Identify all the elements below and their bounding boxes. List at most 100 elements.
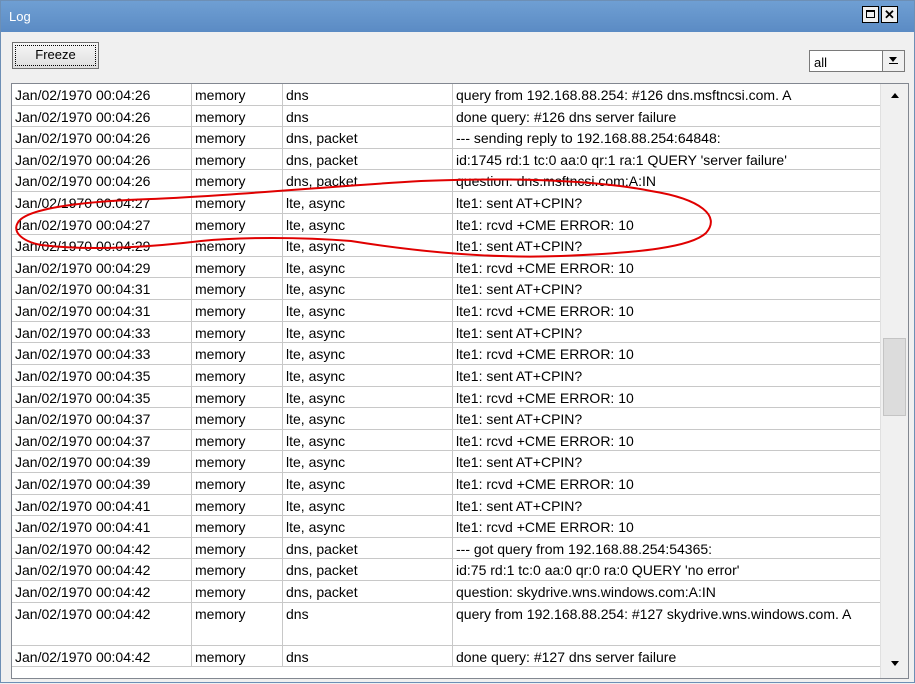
log-row[interactable]: Jan/02/1970 00:04:27 memory lte, async lte1… [12, 192, 880, 214]
log-message-cell: query from 192.168.88.254: #127 skydrive… [456, 605, 852, 622]
log-topics-cell: lte, async [283, 256, 453, 278]
log-row[interactable]: Jan/02/1970 00:04:26 memory dns query from … [12, 84, 880, 106]
filter-value: all [814, 55, 828, 70]
log-row[interactable]: Jan/02/1970 00:04:42 memory dns done query:… [12, 645, 880, 668]
log-topics-cell: lte, async [283, 516, 453, 537]
log-topics-cell: dns, packet [283, 559, 453, 581]
log-buffer-cell: memory [192, 300, 283, 321]
log-topics-cell: lte, async [283, 451, 453, 472]
log-message-cell: lte1: sent AT+CPIN? [456, 324, 583, 341]
log-row[interactable]: Jan/02/1970 00:04:39 memory lte, async lte1… [12, 472, 880, 495]
log-buffer-cell: memory [192, 343, 283, 364]
log-buffer-cell: memory [192, 494, 283, 516]
log-row[interactable]: Jan/02/1970 00:04:29 memory lte, async lte1… [12, 235, 880, 257]
log-buffer-cell: memory [192, 645, 283, 667]
log-message-cell: lte1: rcvd +CME ERROR: 10 [456, 346, 634, 363]
log-list[interactable]: Jan/02/1970 00:04:26 memory dns query from … [11, 83, 909, 679]
log-row[interactable]: Jan/02/1970 00:04:26 memory dns, packet que… [12, 170, 880, 193]
log-time-cell: Jan/02/1970 00:04:29 [12, 256, 192, 278]
log-time-cell: Jan/02/1970 00:04:35 [12, 364, 192, 386]
log-topics-cell: dns [283, 105, 453, 127]
title-bar[interactable]: Log ✕ [1, 1, 914, 32]
log-row[interactable]: Jan/02/1970 00:04:31 memory lte, async lte1… [12, 300, 880, 322]
log-topics-cell: lte, async [283, 472, 453, 494]
log-row[interactable]: Jan/02/1970 00:04:35 memory lte, async lte1… [12, 386, 880, 409]
close-icon: ✕ [884, 7, 895, 22]
scrollbar-thumb[interactable] [883, 338, 906, 416]
log-time-cell: Jan/02/1970 00:04:31 [12, 300, 192, 321]
log-buffer-cell: memory [192, 559, 283, 581]
log-row[interactable]: Jan/02/1970 00:04:33 memory lte, async lte1… [12, 343, 880, 365]
log-time-cell: Jan/02/1970 00:04:35 [12, 386, 192, 408]
log-time-cell: Jan/02/1970 00:04:37 [12, 408, 192, 429]
maximize-button[interactable] [862, 6, 879, 23]
log-time-cell: Jan/02/1970 00:04:39 [12, 472, 192, 494]
vertical-scrollbar[interactable] [880, 84, 908, 678]
log-message-cell: lte1: sent AT+CPIN? [456, 454, 583, 471]
log-topics-cell: lte, async [283, 213, 453, 235]
log-row[interactable]: Jan/02/1970 00:04:37 memory lte, async lte1… [12, 408, 880, 430]
log-time-cell: Jan/02/1970 00:04:41 [12, 494, 192, 516]
log-buffer-cell: memory [192, 537, 283, 559]
log-time-cell: Jan/02/1970 00:04:27 [12, 213, 192, 235]
log-topics-cell: lte, async [283, 494, 453, 516]
log-message-cell: lte1: sent AT+CPIN? [456, 497, 583, 514]
log-message-cell: lte1: rcvd +CME ERROR: 10 [456, 432, 634, 449]
log-message-cell: lte1: sent AT+CPIN? [456, 281, 583, 298]
log-time-cell: Jan/02/1970 00:04:33 [12, 321, 192, 343]
close-button[interactable]: ✕ [881, 6, 898, 23]
log-rows: Jan/02/1970 00:04:26 memory dns query from … [12, 84, 880, 668]
log-row[interactable]: Jan/02/1970 00:04:26 memory dns done query:… [12, 105, 880, 128]
topic-filter-select[interactable]: all [809, 50, 905, 72]
log-row[interactable]: Jan/02/1970 00:04:42 memory dns, packet id:… [12, 559, 880, 582]
log-time-cell: Jan/02/1970 00:04:42 [12, 537, 192, 559]
scroll-down-icon[interactable] [885, 655, 905, 672]
log-time-cell: Jan/02/1970 00:04:37 [12, 429, 192, 451]
log-message-cell: done query: #126 dns server failure [456, 108, 677, 125]
log-buffer-cell: memory [192, 364, 283, 386]
log-row[interactable]: Jan/02/1970 00:04:39 memory lte, async lte1… [12, 451, 880, 473]
log-row[interactable]: Jan/02/1970 00:04:27 memory lte, async lte1… [12, 213, 880, 236]
log-row[interactable]: Jan/02/1970 00:04:41 memory lte, async lte1… [12, 516, 880, 538]
log-row[interactable]: Jan/02/1970 00:04:41 memory lte, async lte1… [12, 494, 880, 517]
scroll-up-icon[interactable] [885, 87, 905, 104]
log-time-cell: Jan/02/1970 00:04:26 [12, 105, 192, 127]
log-buffer-cell: memory [192, 84, 283, 105]
log-time-cell: Jan/02/1970 00:04:29 [12, 235, 192, 256]
window-title: Log [9, 9, 31, 24]
log-row[interactable]: Jan/02/1970 00:04:35 memory lte, async lte1… [12, 364, 880, 387]
log-row[interactable]: Jan/02/1970 00:04:26 memory dns, packet ---… [12, 127, 880, 149]
log-message-cell: lte1: rcvd +CME ERROR: 10 [456, 259, 634, 276]
log-row[interactable]: Jan/02/1970 00:04:42 memory dns query from … [12, 602, 880, 646]
log-message-cell: question: skydrive.wns.windows.com:A:IN [456, 584, 716, 601]
log-row[interactable]: Jan/02/1970 00:04:26 memory dns, packet id:… [12, 148, 880, 171]
log-time-cell: Jan/02/1970 00:04:26 [12, 170, 192, 192]
log-topics-cell: lte, async [283, 408, 453, 429]
log-buffer-cell: memory [192, 472, 283, 494]
log-buffer-cell: memory [192, 278, 283, 300]
log-row[interactable]: Jan/02/1970 00:04:42 memory dns, packet ---… [12, 537, 880, 560]
log-buffer-cell: memory [192, 581, 283, 602]
log-row[interactable]: Jan/02/1970 00:04:33 memory lte, async lte1… [12, 321, 880, 344]
log-buffer-cell: memory [192, 386, 283, 408]
log-topics-cell: lte, async [283, 192, 453, 213]
log-buffer-cell: memory [192, 170, 283, 192]
log-message-cell: id:75 rd:1 tc:0 aa:0 qr:0 ra:0 QUERY 'no… [456, 562, 740, 579]
dropdown-arrow-icon[interactable] [882, 51, 904, 71]
log-topics-cell: dns, packet [283, 170, 453, 192]
log-row[interactable]: Jan/02/1970 00:04:37 memory lte, async lte1… [12, 429, 880, 452]
log-row[interactable]: Jan/02/1970 00:04:31 memory lte, async lte1… [12, 278, 880, 301]
log-row[interactable]: Jan/02/1970 00:04:29 memory lte, async lte1… [12, 256, 880, 279]
log-buffer-cell: memory [192, 192, 283, 213]
log-time-cell: Jan/02/1970 00:04:31 [12, 278, 192, 300]
log-buffer-cell: memory [192, 256, 283, 278]
freeze-button[interactable]: Freeze [12, 42, 99, 69]
log-buffer-cell: memory [192, 408, 283, 429]
log-buffer-cell: memory [192, 105, 283, 127]
log-row[interactable]: Jan/02/1970 00:04:42 memory dns, packet que… [12, 581, 880, 603]
log-topics-cell: lte, async [283, 235, 453, 256]
log-buffer-cell: memory [192, 148, 283, 170]
log-time-cell: Jan/02/1970 00:04:41 [12, 516, 192, 537]
log-time-cell: Jan/02/1970 00:04:26 [12, 127, 192, 148]
log-topics-cell: dns, packet [283, 148, 453, 170]
